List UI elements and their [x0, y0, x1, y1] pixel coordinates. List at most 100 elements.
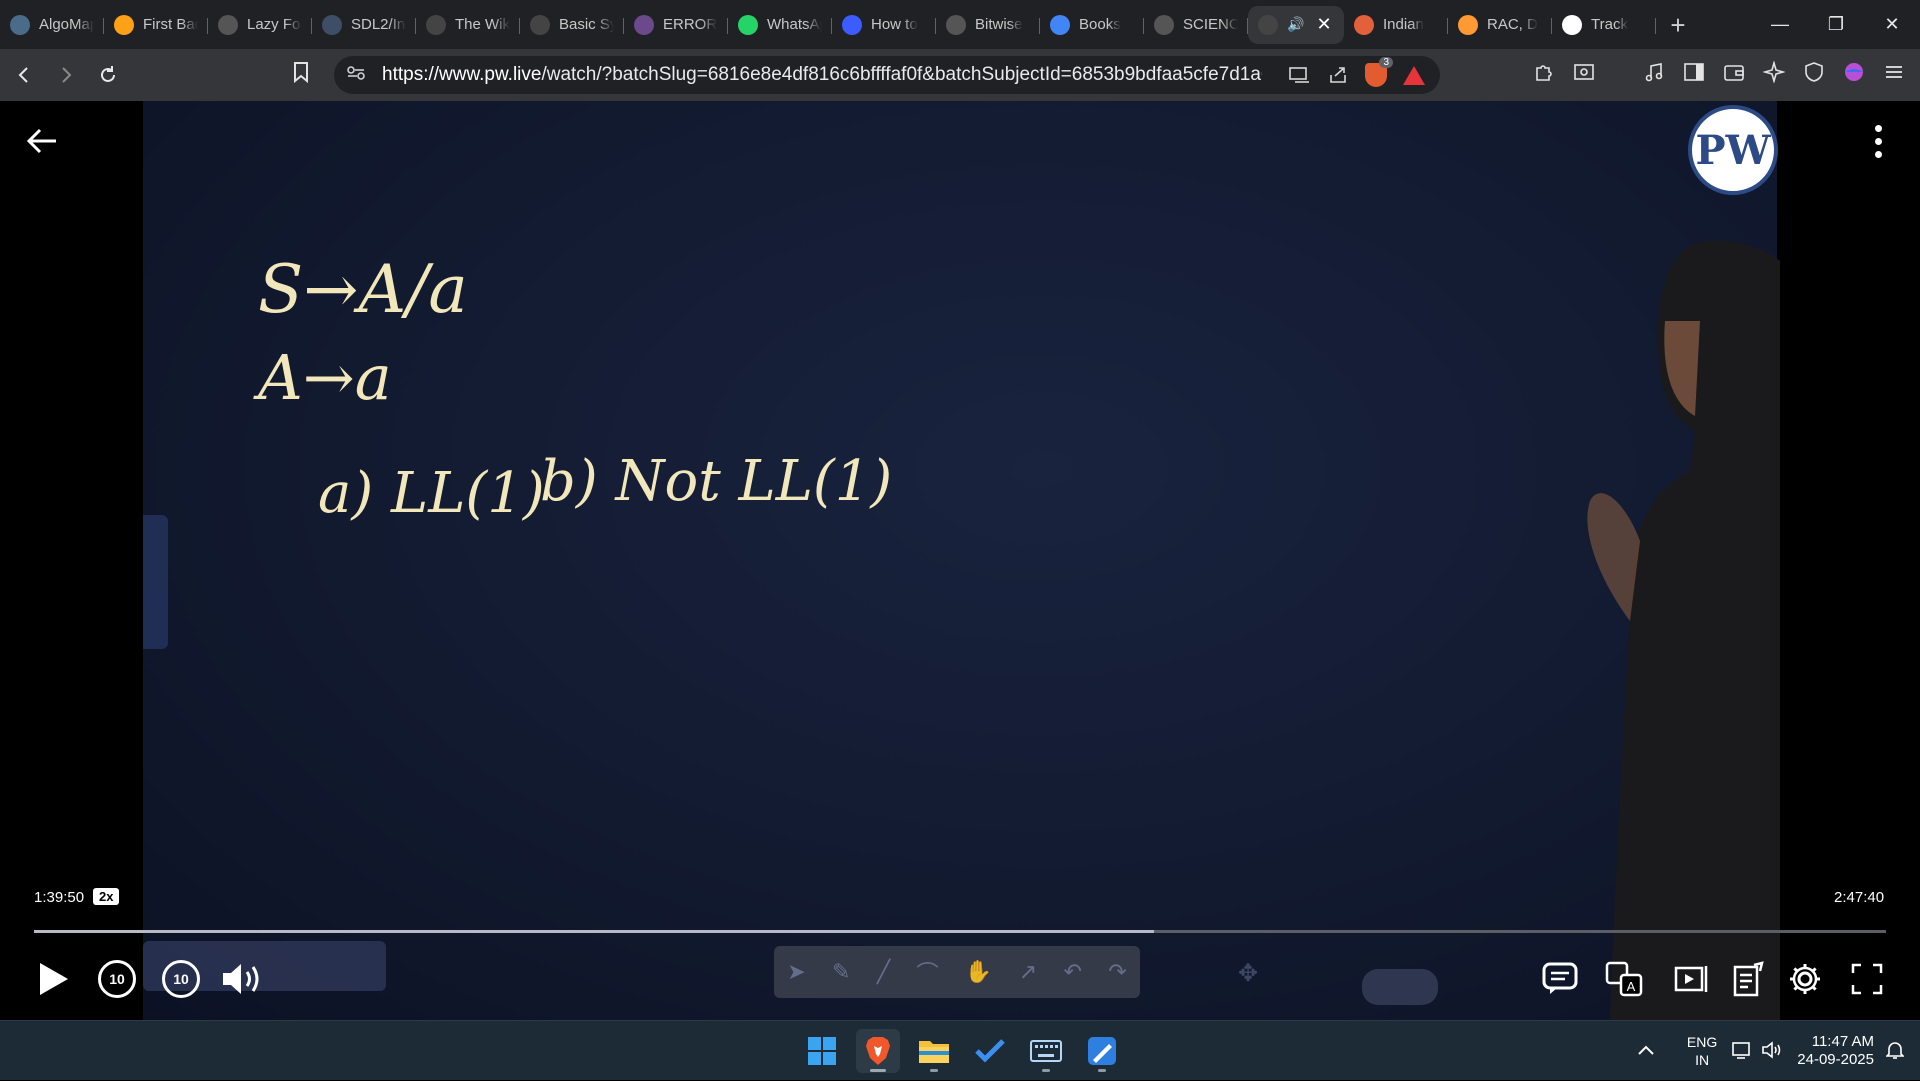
taskbar-brave[interactable] — [856, 1029, 900, 1073]
volume-button[interactable] — [220, 957, 266, 1001]
tab-title: Bitwise — [975, 16, 1023, 33]
tab-wiki[interactable]: The Wiki — [416, 6, 520, 44]
tab-title: WhatsApp — [767, 16, 822, 33]
wiki-icon — [426, 14, 446, 35]
tab-howto[interactable]: How to — [832, 6, 936, 44]
settings-button[interactable] — [1783, 957, 1827, 1001]
tab-google[interactable]: Books — [1040, 6, 1144, 44]
play-button[interactable] — [34, 957, 74, 1001]
taskbar-todo[interactable] — [968, 1029, 1012, 1073]
share-icon[interactable] — [1326, 63, 1350, 87]
play-icon — [40, 963, 68, 995]
close-window-button[interactable]: ✕ — [1864, 0, 1920, 49]
fullscreen-button[interactable] — [1845, 957, 1889, 1001]
arrow-left-icon — [18, 67, 28, 83]
notification-bell-icon[interactable] — [1885, 1040, 1905, 1063]
volume-tray-icon[interactable] — [1761, 1040, 1783, 1063]
media-music-icon[interactable] — [1642, 61, 1666, 89]
chat-button[interactable] — [1538, 957, 1582, 1001]
address-bar[interactable]: https://www.pw.live/watch/?batchSlug=681… — [334, 56, 1440, 94]
annotation-toolbar-ghost: ➤ ✎ ╱ ⌒ ✋ ↗ ↶ ↷ — [774, 946, 1140, 998]
minimize-button[interactable]: — — [1752, 0, 1808, 49]
tab-lazyfoo[interactable]: Lazy Foo — [208, 6, 312, 44]
tab-markdown[interactable]: Basic Syntax — [520, 6, 624, 44]
windows-taskbar: ENG IN 11:47 AM 24-09-2025 — [0, 1020, 1920, 1080]
taskbar-file-explorer[interactable] — [912, 1029, 956, 1073]
error-icon — [634, 14, 654, 35]
system-tray: ENG IN 11:47 AM 24-09-2025 — [1637, 1021, 1920, 1081]
translate-icon: A — [1605, 961, 1643, 997]
translate-button[interactable]: A — [1602, 957, 1646, 1001]
leo-ai-icon[interactable] — [1762, 60, 1786, 89]
total-duration: 2:47:40 — [1834, 889, 1885, 906]
tab-title: Books — [1079, 16, 1121, 33]
brave-shields-icon[interactable]: 3 — [1364, 57, 1393, 87]
tab-title: Lazy Foo — [247, 16, 302, 33]
tab-whatsapp[interactable]: WhatsApp — [728, 6, 832, 44]
board-option-b: b) Not LL(1) — [540, 449, 893, 514]
install-app-icon[interactable] — [1288, 63, 1312, 87]
arrow-right-icon — [62, 67, 72, 83]
board-line-2: A→a — [258, 341, 392, 414]
url-host: https://www.pw.live — [382, 64, 542, 85]
show-hidden-icons-button[interactable] — [1637, 1043, 1655, 1059]
rewind-icon: 10 — [98, 960, 136, 998]
tab-error[interactable]: ERROR — [624, 6, 728, 44]
tab-indian[interactable]: Indian — [1344, 6, 1448, 44]
taskbar-keyboard[interactable] — [1024, 1029, 1068, 1073]
start-button[interactable] — [800, 1029, 844, 1073]
back-nav-button[interactable] — [6, 57, 42, 93]
network-icon[interactable] — [1731, 1040, 1753, 1063]
player-back-button[interactable] — [24, 123, 60, 159]
tab-title: RAC, D — [1487, 16, 1538, 33]
seek-bar-buffered — [34, 930, 1155, 933]
rewind-10-button[interactable]: 10 — [95, 957, 139, 1001]
speaker-icon[interactable]: 🔊 — [1287, 16, 1304, 33]
brave-rewards-icon[interactable] — [1402, 63, 1426, 87]
clock[interactable]: 11:47 AM 24-09-2025 — [1797, 1033, 1874, 1069]
site-info-icon[interactable] — [346, 65, 370, 85]
input-language[interactable]: ENG IN — [1687, 1033, 1717, 1069]
taskbar-app-extra[interactable] — [1080, 1029, 1124, 1073]
restore-button[interactable]: ❐ — [1808, 0, 1864, 49]
tab-leetcode[interactable]: First Bad Version — [104, 6, 208, 44]
reader-mode-icon[interactable] — [1572, 61, 1596, 89]
picture-in-picture-button[interactable] — [1668, 957, 1712, 1001]
wallet-icon[interactable] — [1722, 61, 1746, 89]
tab-title: ERROR — [663, 16, 718, 33]
windows-logo-icon — [808, 1037, 836, 1065]
browser-menu-icon[interactable] — [1882, 61, 1906, 89]
tab-globe[interactable]: SCIENCE — [1144, 6, 1248, 44]
tab-algomap[interactable]: AlgoMap — [0, 6, 104, 44]
globe-icon — [1154, 14, 1174, 35]
move-ghost-icon: ✥ — [1238, 960, 1259, 987]
forward-10-button[interactable]: 10 — [159, 957, 203, 1001]
bookmark-button[interactable] — [292, 61, 310, 89]
forward-nav-button[interactable] — [48, 57, 84, 93]
tab-amazon[interactable]: Track — [1552, 6, 1656, 44]
tab-india-flag[interactable]: RAC, D — [1448, 6, 1552, 44]
new-tab-button[interactable]: + — [1656, 5, 1700, 45]
tab-sdl[interactable]: SDL2/Installation — [312, 6, 416, 44]
player-more-options-icon[interactable] — [1872, 125, 1884, 158]
tab-geeks[interactable]: Bitwise — [936, 6, 1040, 44]
close-tab-icon[interactable]: ✕ — [1316, 14, 1331, 35]
tab-title: The Wiki — [455, 16, 510, 33]
video-player[interactable]: S→A/a A→a a) LL(1) b) Not LL(1) PW ➤ ✎ ╱ ⌒ ✋… — [0, 101, 1920, 1020]
url-text[interactable]: https://www.pw.live/watch/?batchSlug=681… — [382, 64, 1262, 86]
reload-button[interactable] — [90, 57, 126, 93]
chat-icon — [1542, 962, 1578, 994]
sidebar-toggle-icon[interactable] — [1682, 61, 1706, 89]
vpn-shield-icon[interactable] — [1802, 61, 1826, 89]
lang-code: ENG — [1686, 1034, 1718, 1050]
playback-speed-badge[interactable]: 2x — [93, 888, 120, 905]
seek-bar[interactable] — [34, 930, 1886, 933]
clock-date: 24-09-2025 — [1797, 1051, 1874, 1068]
extensions-puzzle-icon[interactable] — [1532, 61, 1556, 89]
tab-title: SDL2/Installation — [351, 16, 406, 33]
url-path: /watch/?batchSlug=6816e8e4df816c6bffffaf… — [541, 64, 1262, 85]
tab-active-video[interactable]: 🔊 ✕ — [1248, 5, 1344, 44]
algomap-icon — [10, 14, 30, 35]
notes-button[interactable] — [1726, 957, 1770, 1001]
profile-avatar-icon[interactable] — [1842, 61, 1866, 89]
